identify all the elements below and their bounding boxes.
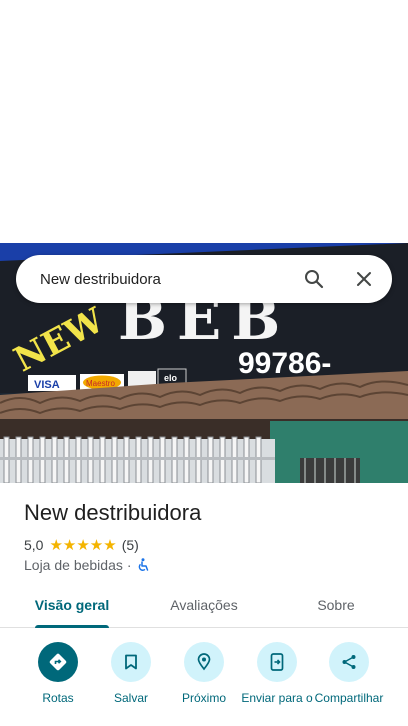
category-row: Loja de bebidas · xyxy=(24,556,150,574)
send-to-phone-icon xyxy=(257,642,297,682)
directions-button[interactable]: Rotas xyxy=(18,642,98,705)
card-logo-maestro: Maestro xyxy=(86,379,115,388)
tab-reviews-label: Avaliações xyxy=(170,597,238,613)
active-tab-indicator xyxy=(35,625,109,628)
place-category: Loja de bebidas xyxy=(24,557,123,573)
sign-phone: 99786- xyxy=(238,347,331,380)
search-bar[interactable]: New destribuidora xyxy=(16,255,392,303)
tab-reviews[interactable]: Avaliações xyxy=(156,584,252,626)
save-button[interactable]: Salvar xyxy=(91,642,171,705)
place-tabs: Visão geral Avaliações Sobre xyxy=(0,584,408,628)
nearby-button[interactable]: Próximo xyxy=(164,642,244,705)
share-button[interactable]: Compartilhar xyxy=(309,642,389,705)
bookmark-icon xyxy=(111,642,151,682)
nearby-label: Próximo xyxy=(181,691,226,705)
separator-dot: · xyxy=(126,557,132,573)
wheelchair-accessible-icon xyxy=(136,558,150,572)
card-logo-visa: VISA xyxy=(34,379,60,391)
search-input[interactable]: New destribuidora xyxy=(40,271,302,288)
tab-overview-label: Visão geral xyxy=(34,597,110,613)
tab-overview[interactable]: Visão geral xyxy=(24,584,120,626)
directions-icon xyxy=(38,642,78,682)
save-label: Salvar xyxy=(113,691,148,705)
tab-about[interactable]: Sobre xyxy=(290,584,382,626)
close-icon[interactable] xyxy=(352,267,376,291)
share-icon xyxy=(329,642,369,682)
nearby-icon xyxy=(184,642,224,682)
map-blank-area xyxy=(0,0,408,243)
directions-label: Rotas xyxy=(42,691,74,705)
tab-about-label: Sobre xyxy=(317,597,355,613)
rating-row[interactable]: 5,0 ★★★★★ (5) xyxy=(24,536,139,554)
action-bar: Rotas Salvar Próximo Enviar para o Compa… xyxy=(0,640,408,726)
send-to-phone-button[interactable]: Enviar para o xyxy=(237,642,317,705)
rating-value: 5,0 xyxy=(24,537,44,553)
place-title: New destribuidora xyxy=(24,500,202,525)
search-icon[interactable] xyxy=(302,267,326,291)
star-rating-icon: ★★★★★ xyxy=(49,537,117,554)
review-count: (5) xyxy=(121,537,139,553)
send-to-phone-label: Enviar para o xyxy=(241,691,313,705)
share-label: Compartilhar xyxy=(314,691,384,705)
card-logo-elo: elo xyxy=(164,373,178,383)
